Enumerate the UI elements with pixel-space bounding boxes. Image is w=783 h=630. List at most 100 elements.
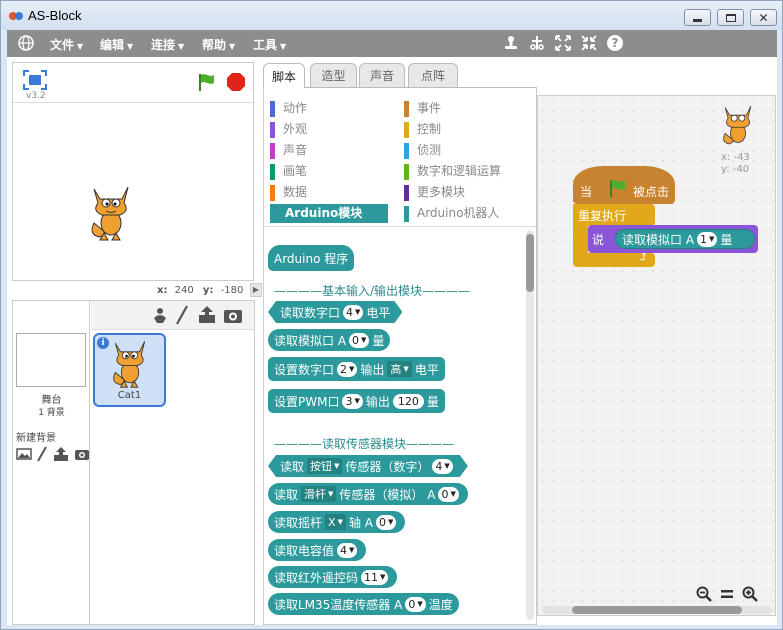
block-palette: 动作 外观 声音 画笔 数据 Arduino模块 事件 控制 侦测 数字和逻辑运… [263,87,537,625]
menu-edit[interactable]: 编辑 ▼ [100,36,133,53]
close-button[interactable]: ✕ [750,9,777,26]
pwm-value-input[interactable]: 120 [392,393,424,409]
category-sound[interactable]: 声音 [270,141,307,159]
port-slot[interactable]: 2 ▼ [337,361,358,377]
block-arduino-program-label: Arduino 程序 [274,251,349,266]
category-arduino[interactable]: Arduino模块 [270,204,388,223]
menu-help[interactable]: 帮助 ▼ [202,36,235,53]
camera-sprite-icon[interactable] [223,307,243,324]
tab-costumes[interactable]: 造型 [310,63,357,87]
help-icon[interactable]: ? [606,34,624,52]
zoom-reset-icon[interactable] [719,586,735,602]
current-sprite-icon [723,105,752,145]
sprite-tile[interactable]: i Cat1 [93,333,166,407]
camera-backdrop-icon[interactable] [74,447,90,461]
block-read-ir[interactable]: 读取红外遥控码 11 ▼ [268,566,398,588]
paint-backdrop-icon[interactable] [16,447,32,461]
category-motion-label: 动作 [283,101,308,115]
block-read-joystick-mid: 轴 A [348,515,373,530]
port-slot[interactable]: 0 ▼ [438,486,459,502]
when-flag-clicked-block[interactable]: 当 被点击 [573,166,675,204]
port-slot[interactable]: 0 ▼ [375,514,397,530]
forever-block-bottom: ⮥ [573,250,655,267]
sensor-type-dropdown[interactable]: 滑杆 ▼ [301,486,337,502]
category-arduino-robot[interactable]: Arduino机器人 [404,204,499,222]
category-sensing[interactable]: 侦测 [404,141,441,159]
menu-file[interactable]: 文件 ▼ [50,36,83,53]
paint-sprite-icon[interactable] [175,305,189,325]
tab-dot-matrix-label: 点阵 [420,69,445,83]
block-read-slider[interactable]: 读取 滑杆 ▼ 传感器（模拟） A 0 ▼ [268,483,468,505]
title-bar: AS-Block ✕ [1,1,782,30]
block-read-digital[interactable]: 读取数字口 4 ▼ 电平 [268,301,402,323]
block-read-analog-label: 读取模拟口 A [274,333,347,348]
category-motion[interactable]: 动作 [270,99,307,117]
menu-connect[interactable]: 连接 ▼ [151,36,184,53]
category-events[interactable]: 事件 [404,99,441,117]
tab-sounds-label: 声音 [369,69,394,83]
palette-scrollbar[interactable] [526,230,534,620]
port-slot[interactable]: 0 ▼ [405,596,426,612]
port-slot[interactable]: 4 ▼ [343,305,363,320]
port-slot[interactable]: 4 ▼ [337,542,358,558]
block-set-digital[interactable]: 设置数字口 2 ▼ 输出高 ▼ 电平 [268,357,445,381]
green-flag-icon [610,180,625,197]
category-more-blocks[interactable]: 更多模块 [404,183,465,201]
tab-scripts[interactable]: 脚本 [263,63,305,88]
upload-backdrop-icon[interactable] [53,446,69,462]
say-block[interactable]: 说 读取模拟口 A 1 ▼ 量 [588,225,758,253]
app-window: AS-Block ✕ 文件 ▼ 编辑 ▼ 连接 ▼ 帮助 ▼ 工具 ▼ ? v3.2 [0,0,783,630]
green-flag-icon[interactable] [197,72,217,92]
block-set-pwm[interactable]: 设置PWM口 3 ▼ 输出 120 量 [268,389,445,413]
block-read-lm35[interactable]: 读取LM35温度传感器 A 0 ▼ 温度 [268,593,459,615]
scripts-scrollbar-thumb[interactable] [572,606,742,614]
category-control[interactable]: 控制 [404,120,441,138]
level-dropdown[interactable]: 高 ▼ [387,361,412,377]
grow-icon[interactable] [554,34,572,52]
zoom-out-icon[interactable] [696,586,712,602]
cat-sprite-on-stage[interactable] [86,183,136,241]
choose-sprite-icon[interactable] [151,306,169,324]
port-slot[interactable]: 4 ▼ [432,459,452,474]
category-data[interactable]: 数据 [270,183,307,201]
globe-icon[interactable] [17,34,35,52]
block-arduino-program[interactable]: Arduino 程序 [268,245,355,271]
tab-dot-matrix[interactable]: 点阵 [408,63,458,87]
tab-sounds[interactable]: 声音 [359,63,405,87]
block-read-capacitance[interactable]: 读取电容值 4 ▼ [268,539,367,561]
maximize-button[interactable] [717,9,744,26]
read-analog-reporter[interactable]: 读取模拟口 A 1 ▼ 量 [615,229,755,249]
presentation-mode-icon[interactable] [23,70,47,90]
stamp-icon[interactable] [502,34,520,52]
port-slot[interactable]: 1 ▼ [697,231,718,247]
block-read-joystick[interactable]: 读取摇杆 X ▼ 轴 A 0 ▼ [268,511,406,533]
block-set-digital-mid: 输出 [360,362,385,377]
category-operators[interactable]: 数字和逻辑运算 [404,162,501,180]
block-read-lm35-label: 读取LM35温度传感器 A [274,597,403,612]
block-set-pwm-mid: 输出 [365,394,390,409]
axis-dropdown[interactable]: X ▼ [325,514,346,530]
splitter-handle[interactable]: ▶ [250,283,262,297]
category-arduino-label: Arduino模块 [285,206,363,220]
category-looks[interactable]: 外观 [270,120,307,138]
minimize-button[interactable] [684,9,711,26]
block-read-button[interactable]: 读取 按钮 ▼ 传感器（数字） 4 ▼ [268,455,468,477]
upload-sprite-icon[interactable] [197,305,217,325]
forever-block[interactable]: 重复执行 [573,204,655,226]
port-slot[interactable]: 11 ▼ [361,569,389,585]
brush-icon[interactable] [36,446,48,462]
port-slot[interactable]: 3 ▼ [342,393,363,409]
port-value: 4 [346,305,354,319]
block-read-analog[interactable]: 读取模拟口 A 0 ▼ 量 [268,329,391,351]
stop-icon[interactable] [226,72,246,92]
zoom-in-icon[interactable] [742,586,758,602]
sensor-type-dropdown[interactable]: 按钮 ▼ [307,458,342,474]
palette-scrollbar-thumb[interactable] [526,234,534,292]
stage-thumbnail[interactable] [16,333,86,387]
port-slot[interactable]: 0 ▼ [349,332,370,348]
cut-icon[interactable] [528,34,546,52]
shrink-icon[interactable] [580,34,598,52]
scripts-horizontal-scrollbar[interactable] [542,606,772,614]
category-pen[interactable]: 画笔 [270,162,307,180]
menu-tools[interactable]: 工具 ▼ [253,36,286,53]
